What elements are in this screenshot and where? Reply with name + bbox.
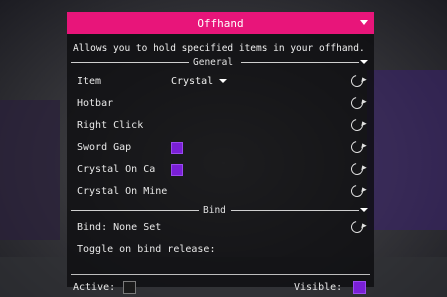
- visible-checkbox[interactable]: [353, 281, 366, 294]
- bind-label: Bind: None Set: [77, 222, 162, 233]
- divider: [71, 210, 199, 211]
- setting-row-toggle-release[interactable]: Toggle on bind release:: [77, 242, 365, 258]
- general-section-header[interactable]: General: [71, 57, 370, 68]
- general-section-label: General: [193, 57, 234, 68]
- active-label: Active:: [73, 282, 116, 293]
- item-dropdown[interactable]: Crystal: [171, 76, 228, 87]
- chevron-down-icon[interactable]: [360, 60, 368, 64]
- reset-icon[interactable]: [348, 94, 366, 112]
- module-settings-panel: Offhand Allows you to hold specified ite…: [67, 12, 374, 294]
- sword-gap-checkbox[interactable]: [171, 142, 183, 154]
- toggle-release-label: Toggle on bind release:: [77, 244, 216, 255]
- item-dropdown-value: Crystal: [171, 76, 214, 87]
- setting-row-right-click[interactable]: Right Click: [77, 116, 366, 134]
- setting-row-crystal-on-ca: Crystal On Ca: [77, 160, 366, 178]
- divider: [71, 62, 189, 63]
- collapse-arrow-icon[interactable]: [360, 20, 368, 25]
- setting-row-hotbar[interactable]: Hotbar: [77, 94, 366, 112]
- setting-label: Item: [77, 76, 102, 87]
- bind-section-header[interactable]: Bind: [71, 205, 370, 216]
- setting-label: Crystal On Ca: [77, 164, 156, 175]
- chevron-down-icon: [219, 79, 228, 83]
- reset-icon[interactable]: [348, 116, 366, 134]
- divider: [241, 62, 359, 63]
- reset-icon[interactable]: [348, 218, 366, 236]
- background-block: [0, 100, 60, 240]
- reset-icon[interactable]: [348, 72, 366, 90]
- module-description: Allows you to hold specified items in yo…: [73, 43, 365, 54]
- setting-row-item: Item Crystal: [77, 72, 366, 90]
- module-title: Offhand: [197, 16, 244, 30]
- background-block: [367, 70, 447, 230]
- setting-row-crystal-on-mine[interactable]: Crystal On Mine: [77, 182, 366, 200]
- visible-label: Visible:: [294, 282, 343, 293]
- setting-row-bind[interactable]: Bind: None Set: [77, 218, 366, 236]
- reset-icon[interactable]: [348, 160, 366, 178]
- setting-label: Crystal On Mine: [77, 186, 168, 197]
- reset-icon[interactable]: [348, 182, 366, 200]
- footer-divider: [71, 274, 370, 275]
- setting-label: Right Click: [77, 120, 144, 131]
- setting-row-sword-gap: Sword Gap: [77, 138, 366, 156]
- module-title-bar[interactable]: Offhand: [67, 12, 374, 34]
- reset-icon[interactable]: [348, 138, 366, 156]
- setting-label: Sword Gap: [77, 142, 132, 153]
- crystal-on-ca-checkbox[interactable]: [171, 164, 183, 176]
- setting-label: Hotbar: [77, 98, 114, 109]
- bind-section-label: Bind: [203, 205, 226, 216]
- chevron-down-icon[interactable]: [360, 208, 368, 212]
- divider: [231, 210, 359, 211]
- active-checkbox[interactable]: [123, 281, 136, 294]
